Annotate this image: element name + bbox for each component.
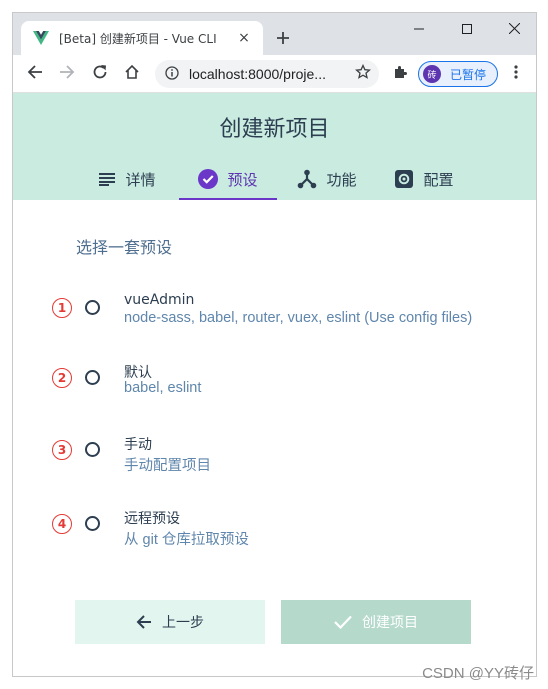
preset-description: 从 git 仓库拉取预设: [124, 532, 249, 548]
new-tab-button[interactable]: [269, 25, 297, 53]
preset-radio[interactable]: [85, 300, 100, 315]
browser-tab[interactable]: [Beta] 创建新项目 - Vue CLI ×: [21, 21, 263, 55]
arrow-right-icon: [59, 64, 75, 84]
annotation-marker: 3: [52, 440, 72, 460]
preset-description: babel, eslint: [124, 380, 202, 396]
section-title: 选择一套预设: [76, 238, 173, 257]
tab-close-icon[interactable]: ×: [235, 29, 253, 47]
preset-option-manual[interactable]: 3 手动 手动配置项目: [13, 434, 536, 484]
tab-presets-label: 预设: [227, 170, 258, 189]
forward-button[interactable]: [53, 60, 81, 88]
tab-details[interactable]: 详情: [85, 158, 169, 200]
star-icon: [355, 63, 371, 84]
info-icon[interactable]: [165, 65, 179, 84]
preset-name: vueAdmin: [124, 292, 195, 308]
home-button[interactable]: [118, 60, 146, 88]
tab-title: [Beta] 创建新项目 - Vue CLI: [59, 31, 217, 46]
annotation-marker: 1: [52, 298, 72, 318]
create-project-button[interactable]: 创建项目: [281, 600, 471, 644]
tab-features[interactable]: 功能: [287, 158, 367, 200]
tab-strip: [Beta] 创建新项目 - Vue CLI ×: [13, 13, 536, 55]
maximize-icon: [462, 19, 472, 38]
tab-features-label: 功能: [326, 170, 357, 189]
app-header: 创建新项目 详情 预设 功能 配置: [13, 93, 536, 200]
check-icon: [334, 615, 352, 629]
browser-window: [Beta] 创建新项目 - Vue CLI × localhost:8000/…: [12, 12, 537, 677]
vue-logo-icon: [33, 30, 49, 46]
menu-button[interactable]: [502, 60, 530, 88]
check-circle-icon: [198, 169, 219, 189]
gear-icon: [394, 169, 414, 189]
preset-name: 手动: [124, 437, 152, 453]
minimize-button[interactable]: [396, 13, 442, 43]
details-list-icon: [98, 172, 116, 186]
annotation-marker: 4: [52, 514, 72, 534]
preset-radio[interactable]: [85, 442, 100, 457]
tab-details-label: 详情: [125, 170, 156, 189]
bookmark-button[interactable]: [349, 60, 377, 88]
puzzle-icon: [392, 64, 408, 84]
preset-name: 默认: [124, 365, 152, 381]
url-text: localhost:8000/proje...: [189, 66, 326, 82]
address-bar[interactable]: localhost:8000/proje...: [155, 60, 379, 88]
watermark: CSDN @YY砖仔: [422, 665, 534, 682]
browser-toolbar: localhost:8000/proje... 砖 已暂停: [13, 55, 536, 93]
back-button[interactable]: [21, 60, 49, 88]
tab-config-label: 配置: [423, 170, 454, 189]
maximize-button[interactable]: [444, 13, 490, 43]
profile-status: 已暂停: [450, 67, 487, 82]
previous-step-label: 上一步: [162, 615, 204, 631]
annotation-marker: 2: [52, 368, 72, 388]
previous-step-button[interactable]: 上一步: [75, 600, 265, 644]
reload-icon: [92, 64, 108, 84]
close-icon: [508, 19, 520, 38]
page-title: 创建新项目: [219, 117, 330, 142]
preset-option-default[interactable]: 2 默认 babel, eslint: [13, 362, 536, 412]
home-icon: [124, 64, 140, 84]
step-tabs: 详情 预设 功能 配置: [13, 158, 536, 200]
preset-content: 选择一套预设 1 vueAdmin node-sass, babel, rout…: [13, 200, 536, 676]
reload-button[interactable]: [86, 60, 114, 88]
preset-description: 手动配置项目: [124, 458, 211, 474]
tab-config[interactable]: 配置: [383, 158, 465, 200]
preset-radio[interactable]: [85, 516, 100, 531]
arrow-left-icon: [136, 614, 152, 630]
profile-button[interactable]: 砖 已暂停: [418, 61, 498, 87]
create-project-label: 创建项目: [362, 615, 418, 631]
fork-icon: [297, 169, 317, 189]
avatar: 砖: [423, 65, 441, 83]
extensions-button[interactable]: [386, 60, 414, 88]
preset-description: node-sass, babel, router, vuex, eslint (…: [124, 310, 473, 326]
preset-radio[interactable]: [85, 370, 100, 385]
kebab-menu-icon: [514, 64, 518, 84]
minimize-icon: [414, 19, 424, 38]
close-window-button[interactable]: [491, 13, 536, 43]
preset-option-vueadmin[interactable]: 1 vueAdmin node-sass, babel, router, vue…: [13, 292, 536, 342]
preset-name: 远程预设: [124, 511, 180, 527]
arrow-left-icon: [27, 64, 43, 84]
plus-icon: [276, 30, 290, 49]
preset-option-remote[interactable]: 4 远程预设 从 git 仓库拉取预设: [13, 508, 536, 558]
tab-presets[interactable]: 预设: [179, 158, 277, 200]
